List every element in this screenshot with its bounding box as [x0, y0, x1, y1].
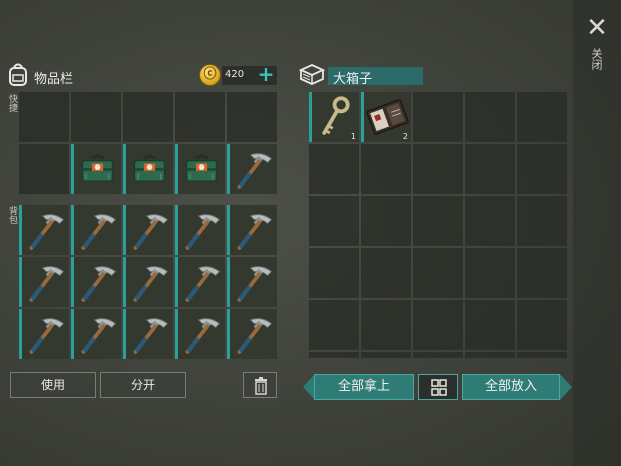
- chest-slot[interactable]: [309, 352, 359, 358]
- trash-icon: [255, 377, 267, 395]
- take-all-button[interactable]: 全部拿上: [314, 374, 414, 400]
- chest-slot[interactable]: [517, 300, 567, 350]
- chest-slot[interactable]: [413, 300, 463, 350]
- grid-icon: [431, 379, 447, 396]
- quickbar-slot[interactable]: [71, 92, 121, 142]
- chest-slot[interactable]: [413, 352, 463, 358]
- quickbar-slot[interactable]: [123, 144, 173, 194]
- backpack-slot[interactable]: [71, 205, 121, 255]
- chest-title: 大箱子: [333, 72, 373, 87]
- backpack-slot[interactable]: [123, 309, 173, 359]
- backpack-slot[interactable]: [71, 257, 121, 307]
- quickbar-slot[interactable]: [19, 144, 69, 194]
- quickbar-slot[interactable]: [175, 144, 225, 194]
- chest-slot[interactable]: [465, 300, 515, 350]
- backpack-slot[interactable]: [175, 257, 225, 307]
- chest-slot[interactable]: [517, 196, 567, 246]
- backpack-slot[interactable]: [19, 205, 69, 255]
- inventory-title: 物品栏: [34, 72, 74, 87]
- close-label[interactable]: 关闭: [590, 48, 604, 70]
- chest-slot[interactable]: [309, 144, 359, 194]
- backpack-slot[interactable]: [227, 257, 277, 307]
- coin-count: 420: [225, 69, 245, 80]
- chest-slot[interactable]: [361, 352, 411, 358]
- chest-slot[interactable]: [517, 144, 567, 194]
- put-all-button[interactable]: 全部放入: [462, 374, 560, 400]
- backpack-slot[interactable]: [227, 205, 277, 255]
- backpack-slot[interactable]: [175, 309, 225, 359]
- backpack-slot[interactable]: [19, 309, 69, 359]
- chest-slot[interactable]: [361, 196, 411, 246]
- chest-slot[interactable]: [465, 92, 515, 142]
- backpack-slot[interactable]: [123, 257, 173, 307]
- quickbar-slot[interactable]: [71, 144, 121, 194]
- item-quantity: 2: [402, 132, 408, 141]
- backpack-slot[interactable]: [175, 205, 225, 255]
- quickbar-slot[interactable]: [175, 92, 225, 142]
- backpack-label: 背包: [7, 206, 17, 224]
- quickbar-slot[interactable]: [227, 92, 277, 142]
- chest-slot[interactable]: [413, 196, 463, 246]
- sort-button[interactable]: [418, 374, 458, 400]
- backpack-slot[interactable]: [123, 205, 173, 255]
- chest-slot[interactable]: [361, 300, 411, 350]
- chest-slot[interactable]: 1: [309, 92, 359, 142]
- chest-slot[interactable]: [465, 352, 515, 358]
- quickbar-slot[interactable]: [19, 92, 69, 142]
- chest-slot[interactable]: [309, 300, 359, 350]
- chest-slot[interactable]: [517, 92, 567, 142]
- chest-slot[interactable]: [465, 248, 515, 298]
- chest-slot[interactable]: [465, 144, 515, 194]
- chest-slot[interactable]: [309, 196, 359, 246]
- put-all-arrow: [560, 374, 572, 400]
- chest-slot[interactable]: [413, 92, 463, 142]
- chest-slot[interactable]: 2: [361, 92, 411, 142]
- split-button[interactable]: 分开: [100, 372, 186, 398]
- add-coins-button[interactable]: +: [256, 63, 276, 85]
- backpack-slot[interactable]: [71, 309, 121, 359]
- chest-icon: [298, 64, 326, 85]
- trash-button[interactable]: [243, 372, 277, 398]
- quickbar-label: 快捷: [7, 94, 17, 112]
- backpack-icon: [9, 63, 27, 86]
- chest-slot[interactable]: [517, 352, 567, 358]
- quickbar-slot[interactable]: [123, 92, 173, 142]
- chest-slot[interactable]: [517, 248, 567, 298]
- chest-slot[interactable]: [309, 248, 359, 298]
- chest-slot[interactable]: [361, 248, 411, 298]
- item-quantity: 1: [350, 132, 356, 141]
- backpack-slot[interactable]: [227, 309, 277, 359]
- chest-slot[interactable]: [361, 144, 411, 194]
- coin-icon: ⓒ: [199, 64, 221, 86]
- close-icon[interactable]: ✕: [585, 14, 609, 42]
- chest-slot[interactable]: [413, 144, 463, 194]
- backpack-slot[interactable]: [19, 257, 69, 307]
- use-button[interactable]: 使用: [10, 372, 96, 398]
- chest-slot[interactable]: [413, 248, 463, 298]
- quickbar-slot[interactable]: [227, 144, 277, 194]
- chest-slot[interactable]: [465, 196, 515, 246]
